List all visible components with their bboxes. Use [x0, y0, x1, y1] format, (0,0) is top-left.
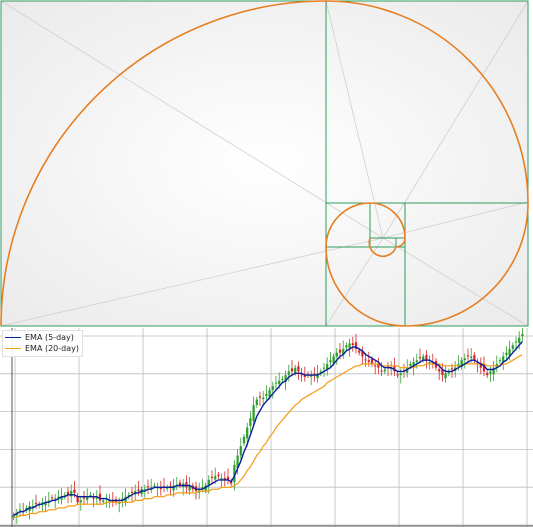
candle-body: [466, 355, 470, 357]
candle-body: [73, 489, 76, 493]
candle-body: [239, 446, 242, 456]
candle-body: [50, 497, 54, 499]
candle-body: [146, 486, 150, 488]
candle-body: [489, 371, 492, 374]
candle-body: [82, 497, 86, 499]
candle-body: [70, 491, 73, 497]
candle-body: [217, 474, 220, 477]
fibonacci-golden-spiral-diagram: [0, 0, 529, 327]
candle-body: [380, 370, 383, 372]
candle-body: [89, 494, 92, 496]
candle-body: [364, 359, 367, 361]
candle-body: [450, 368, 454, 370]
candle-body: [18, 509, 22, 511]
candle-body: [153, 485, 156, 487]
candle-body: [255, 399, 258, 406]
candle-body: [274, 382, 278, 384]
candle-body: [102, 500, 105, 502]
candle-body: [428, 362, 431, 364]
legend-item-ema5: EMA (5-day): [5, 332, 79, 343]
candle-body: [214, 476, 217, 480]
candle-body: [438, 369, 441, 372]
candle-body: [249, 418, 252, 427]
candle-body: [242, 436, 246, 444]
legend-label-ema5: EMA (5-day): [25, 333, 74, 342]
candle-body: [409, 363, 412, 367]
candle-body: [367, 360, 370, 363]
candle-body: [329, 360, 332, 363]
candle-body: [287, 371, 290, 376]
candle-body: [514, 341, 518, 343]
candle-body: [258, 396, 262, 398]
candle-body: [345, 345, 348, 348]
candle-body: [252, 405, 255, 422]
candle-body: [486, 372, 489, 376]
candle-body: [511, 345, 514, 349]
candle-body: [521, 334, 524, 337]
candle-body: [92, 497, 95, 499]
candle-body: [444, 373, 447, 379]
candle-body: [137, 489, 140, 492]
candle-body: [470, 356, 473, 358]
candle-body: [271, 386, 274, 391]
candlestick-chart: [0, 328, 533, 527]
candle-body: [374, 365, 377, 367]
candle-body: [335, 352, 338, 357]
candle-body: [418, 357, 422, 359]
legend-swatch-ema5: [5, 337, 21, 338]
candle-body: [370, 359, 374, 364]
legend-item-ema20: EMA (20-day): [5, 343, 79, 354]
candle-body: [79, 500, 82, 503]
legend-label-ema20: EMA (20-day): [25, 344, 79, 353]
candle-body: [130, 491, 134, 493]
candle-body: [358, 350, 361, 353]
ema-20-line: [13, 354, 523, 518]
candles: [12, 328, 524, 524]
candle-body: [290, 368, 294, 372]
candle-body: [338, 349, 342, 353]
legend-swatch-ema20: [5, 348, 21, 349]
candle-body: [422, 356, 425, 360]
candle-body: [297, 366, 300, 372]
candle-body: [281, 378, 284, 380]
candle-body: [463, 358, 466, 361]
candle-body: [262, 397, 265, 400]
ema-5-line: [13, 341, 523, 517]
candle-body: [351, 343, 354, 346]
candle-body: [246, 427, 249, 439]
candle-body: [185, 482, 188, 488]
candle-body: [396, 374, 399, 376]
candle-body: [265, 393, 268, 397]
candle-body: [322, 367, 326, 369]
candle-body: [473, 354, 476, 361]
candle-body: [220, 477, 223, 480]
candle-body: [98, 493, 102, 501]
candle-body: [383, 369, 386, 372]
candle-body: [498, 360, 502, 362]
candle-body: [399, 373, 402, 376]
candle-body: [210, 476, 214, 478]
candle-body: [278, 380, 281, 385]
chart-legend: EMA (5-day) EMA (20-day): [2, 330, 83, 357]
candle-body: [34, 503, 38, 505]
candle-body: [425, 354, 428, 361]
candle-body: [518, 337, 521, 343]
candle-body: [348, 343, 351, 349]
candle-body: [505, 352, 508, 355]
candle-body: [294, 367, 297, 373]
candle-body: [415, 360, 418, 363]
